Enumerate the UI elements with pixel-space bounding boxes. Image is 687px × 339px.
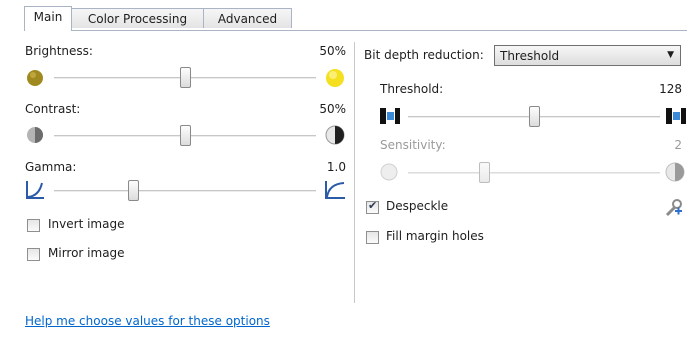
- tab-divider: [24, 30, 687, 31]
- threshold-slider-thumb[interactable]: [529, 106, 540, 127]
- threshold-low-icon: [380, 108, 400, 124]
- gamma-low-icon: [26, 181, 44, 199]
- mirror-image-label[interactable]: Mirror image: [48, 246, 125, 260]
- despeckle-checkbox[interactable]: [366, 199, 379, 214]
- gamma-value: 1.0: [326, 160, 346, 174]
- sensitivity-high-icon: [665, 162, 685, 182]
- wrench-settings-icon[interactable]: [663, 198, 683, 218]
- tab-main[interactable]: Main: [24, 6, 72, 31]
- tab-advanced[interactable]: Advanced: [203, 8, 292, 28]
- column-separator: [354, 42, 355, 303]
- brightness-low-icon: [27, 70, 43, 86]
- sensitivity-low-icon: [380, 163, 398, 181]
- fill-margin-holes-checkbox[interactable]: [366, 231, 379, 244]
- sensitivity-label: Sensitivity:: [380, 138, 446, 152]
- mirror-image-checkbox[interactable]: [27, 248, 40, 261]
- bit-depth-selected: Threshold: [500, 49, 560, 63]
- bit-depth-dropdown[interactable]: Threshold ▼: [494, 45, 681, 66]
- brightness-slider-thumb[interactable]: [180, 67, 191, 88]
- invert-image-label[interactable]: Invert image: [48, 217, 124, 231]
- sensitivity-value: 2: [674, 138, 682, 152]
- contrast-value: 50%: [319, 102, 346, 116]
- sensitivity-slider-track: [408, 172, 660, 174]
- tab-color-processing[interactable]: Color Processing: [71, 8, 204, 28]
- brightness-label: Brightness:: [25, 44, 93, 58]
- brightness-value: 50%: [319, 44, 346, 58]
- threshold-high-icon: [666, 108, 686, 124]
- gamma-slider-thumb[interactable]: [128, 180, 139, 201]
- fill-margin-holes-label[interactable]: Fill margin holes: [386, 229, 484, 243]
- help-link[interactable]: Help me choose values for these options: [25, 314, 270, 328]
- brightness-high-icon: [326, 69, 344, 87]
- contrast-label: Contrast:: [25, 102, 81, 116]
- invert-image-checkbox[interactable]: [27, 219, 40, 232]
- threshold-label: Threshold:: [380, 82, 444, 96]
- gamma-slider-track[interactable]: [54, 190, 316, 192]
- contrast-high-icon: [325, 125, 345, 145]
- threshold-value: 128: [659, 82, 682, 96]
- despeckle-label[interactable]: Despeckle: [386, 199, 448, 213]
- chevron-down-icon: ▼: [667, 50, 674, 60]
- gamma-high-icon: [325, 181, 345, 199]
- bit-depth-label: Bit depth reduction:: [364, 48, 484, 62]
- contrast-low-icon: [27, 127, 43, 143]
- gamma-label: Gamma:: [25, 160, 77, 174]
- contrast-slider-thumb[interactable]: [180, 125, 191, 146]
- sensitivity-slider-thumb: [479, 162, 490, 183]
